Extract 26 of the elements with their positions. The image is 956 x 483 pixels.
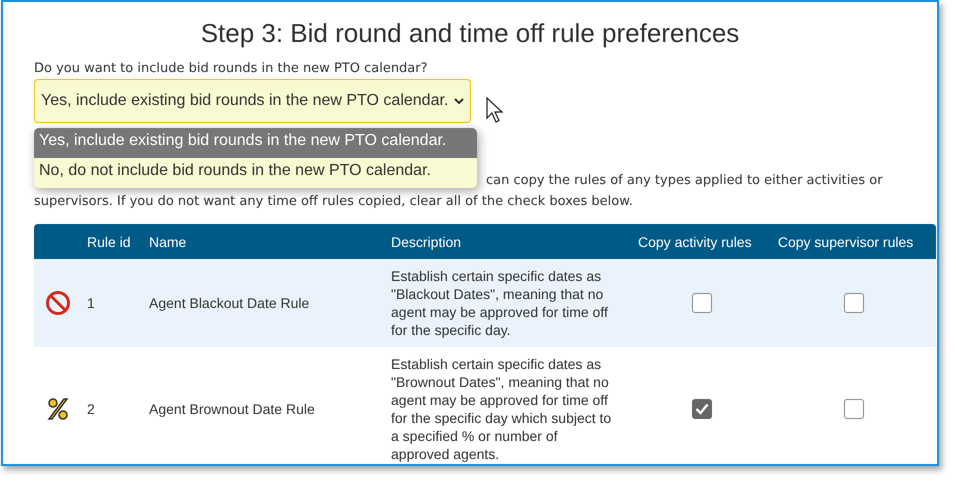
table-cell: Establish certain specific dates as "Brownout Dates", meaning that no agent may be approved for time off for the specific day which subject to a specified % or number of approved agents. bbox=[385, 347, 632, 464]
cursor-icon bbox=[486, 97, 504, 123]
column-header: Rule id bbox=[81, 224, 143, 259]
chevron-icon bbox=[454, 98, 464, 104]
table-cell: 2 bbox=[81, 347, 143, 464]
page-title: Step 3: Bid round and time off rule preferences bbox=[200, 18, 740, 49]
column-header: Description bbox=[385, 224, 632, 259]
table-cell: Agent Brownout Date Rule bbox=[143, 347, 385, 464]
table-cell: Establish certain specific dates as "Blackout Dates", meaning that no agent may be approved for time off for the specific day. bbox=[385, 259, 632, 347]
checkbox[interactable] bbox=[844, 399, 864, 419]
table-cell: 1 bbox=[81, 259, 143, 347]
question-label: Do you want to include bid rounds in the new PTO calendar? bbox=[34, 61, 429, 76]
checkbox[interactable] bbox=[692, 399, 712, 419]
column-header: Copy activity rules bbox=[632, 224, 772, 259]
table-cell: Agent Blackout Date Rule bbox=[143, 259, 385, 347]
bid-round-dropdown[interactable]: Yes, include existing bid rounds in the new PTO calendar. bbox=[34, 79, 472, 123]
column-header: Copy supervisor rules bbox=[772, 224, 936, 259]
column-header: Name bbox=[143, 224, 385, 259]
dropdown-option[interactable]: No, do not include bid rounds in the new PTO calendar. bbox=[34, 158, 477, 188]
instructions-text: can copy the rules of any types applied to either activities or bbox=[486, 172, 883, 190]
instructions-text: supervisors. If you do not want any time off rules copied, clear all of the check boxes below. bbox=[34, 193, 634, 211]
prohibited-icon bbox=[44, 290, 70, 316]
percent-icon bbox=[46, 397, 68, 421]
checkbox[interactable] bbox=[844, 293, 864, 313]
dropdown-option[interactable]: Yes, include existing bid rounds in the new PTO calendar. bbox=[34, 128, 477, 158]
checkbox[interactable] bbox=[692, 293, 712, 313]
